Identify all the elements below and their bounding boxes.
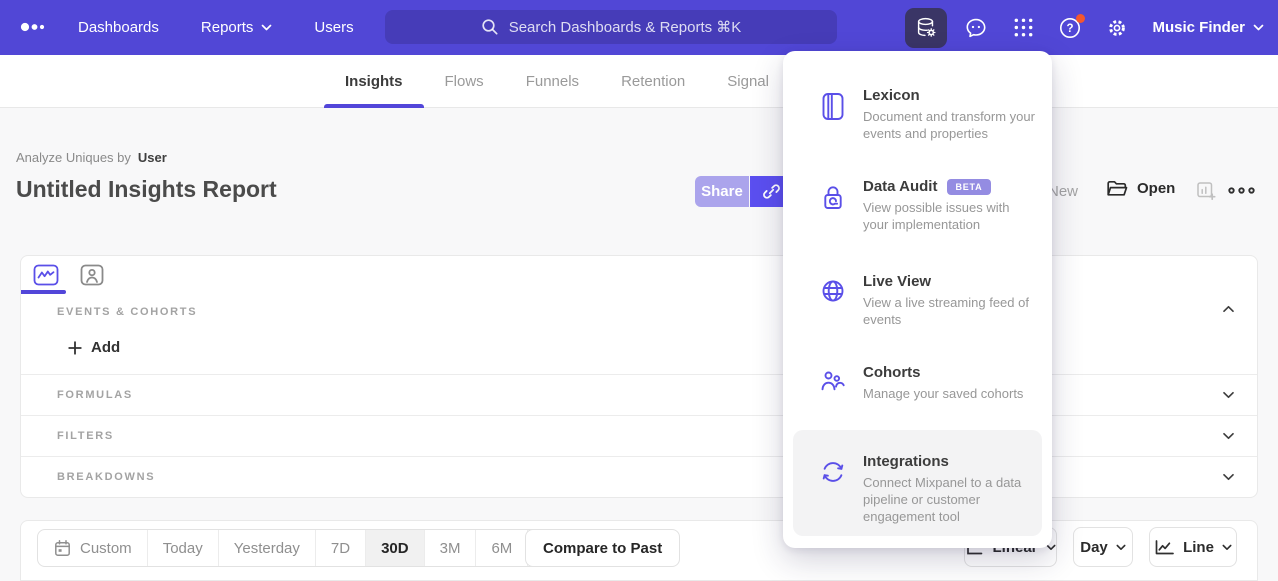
- view-mode-tabs: [33, 262, 105, 288]
- project-name: Music Finder: [1152, 19, 1245, 36]
- search-input[interactable]: Search Dashboards & Reports ⌘K: [385, 10, 837, 44]
- apps-grid-icon[interactable]: [1005, 10, 1041, 46]
- query-builder-panel: EVENTS & COHORTS Add FORMULAS FILTERS BR…: [20, 255, 1258, 498]
- chevron-down-icon: [1222, 544, 1232, 551]
- section-breakdowns[interactable]: BREAKDOWNS: [21, 456, 1257, 497]
- tools-dropdown-menu: Lexicon Document and transform your even…: [783, 51, 1052, 548]
- chevron-down-icon: [1222, 473, 1235, 481]
- report-tabs: Insights Flows Funnels Retention Signal …: [324, 55, 849, 108]
- range-6m[interactable]: 6M: [476, 530, 528, 566]
- menu-item-live-view[interactable]: Live View View a live streaming feed of …: [819, 273, 1036, 328]
- share-button[interactable]: Share: [695, 176, 749, 207]
- menu-item-data-audit[interactable]: Data Audit BETA View possible issues wit…: [819, 178, 1036, 233]
- date-range-selector: Custom Today Yesterday 7D 30D 3M 6M 12M: [37, 529, 588, 567]
- analysis-breadcrumb: Analyze Uniques by User: [16, 150, 167, 165]
- line-chart-icon: [1154, 539, 1175, 556]
- compare-to-past-button[interactable]: Compare to Past: [525, 529, 680, 567]
- range-30d[interactable]: 30D: [366, 530, 425, 566]
- add-label: Add: [91, 339, 120, 356]
- app-screen: Dashboards Reports Users Search Dashboar…: [0, 0, 1278, 581]
- help-icon[interactable]: ?: [1052, 10, 1088, 46]
- open-report-button[interactable]: Open: [1106, 179, 1175, 198]
- chart-view-icon[interactable]: [33, 262, 59, 288]
- calendar-icon: [53, 539, 72, 558]
- range-7d[interactable]: 7D: [316, 530, 366, 566]
- nav-reports[interactable]: Reports: [201, 19, 273, 36]
- data-management-icon[interactable]: [905, 8, 947, 48]
- menu-item-integrations[interactable]: Integrations Connect Mixpanel to a data …: [793, 430, 1042, 536]
- analysis-entity-selector[interactable]: User: [138, 150, 167, 165]
- svg-text:?: ?: [1067, 23, 1074, 35]
- chevron-down-icon: [1116, 544, 1126, 551]
- add-to-dashboard-icon[interactable]: [1196, 181, 1217, 202]
- tab-signal[interactable]: Signal: [706, 55, 790, 108]
- active-view-underline: [21, 290, 66, 294]
- section-events-cohorts: EVENTS & COHORTS: [57, 306, 197, 318]
- tab-funnels[interactable]: Funnels: [505, 55, 600, 108]
- add-event-button[interactable]: Add: [68, 339, 120, 356]
- profile-view-icon[interactable]: [79, 262, 105, 288]
- plus-icon: [68, 341, 82, 355]
- link-icon: [762, 182, 781, 201]
- new-report-button[interactable]: New: [1048, 183, 1078, 200]
- section-formulas[interactable]: FORMULAS: [21, 374, 1257, 415]
- search-placeholder: Search Dashboards & Reports ⌘K: [509, 18, 742, 36]
- feedback-chat-icon[interactable]: [958, 10, 994, 46]
- sync-icon: [819, 458, 847, 486]
- share-button-group: Share: [695, 176, 792, 207]
- chevron-down-icon: [261, 24, 272, 31]
- range-custom[interactable]: Custom: [38, 530, 148, 566]
- people-icon: [819, 368, 847, 395]
- report-tab-bar: Insights Flows Funnels Retention Signal …: [0, 55, 1278, 108]
- top-icon-cluster: ? Music Finder: [905, 0, 1264, 55]
- top-navigation-bar: Dashboards Reports Users Search Dashboar…: [0, 0, 1278, 55]
- range-3m[interactable]: 3M: [425, 530, 477, 566]
- range-yesterday[interactable]: Yesterday: [219, 530, 316, 566]
- chevron-down-icon: [1222, 391, 1235, 399]
- folder-icon: [1106, 179, 1128, 198]
- mixpanel-logo-icon[interactable]: [20, 21, 50, 33]
- globe-icon: [819, 277, 847, 305]
- more-options-button[interactable]: [1228, 187, 1255, 194]
- chevron-down-icon: [1222, 432, 1235, 440]
- settings-gear-icon[interactable]: [1099, 10, 1135, 46]
- granularity-selector[interactable]: Day: [1073, 527, 1133, 567]
- book-icon: [819, 91, 847, 122]
- search-icon: [481, 18, 499, 36]
- lock-audit-icon: [819, 182, 847, 215]
- notification-dot: [1076, 14, 1085, 23]
- beta-badge: BETA: [947, 179, 990, 195]
- analysis-label: Analyze Uniques by: [16, 150, 131, 165]
- project-switcher[interactable]: Music Finder: [1152, 19, 1264, 36]
- tab-retention[interactable]: Retention: [600, 55, 706, 108]
- nav-users[interactable]: Users: [314, 19, 353, 36]
- menu-item-lexicon[interactable]: Lexicon Document and transform your even…: [819, 87, 1036, 142]
- chevron-up-icon[interactable]: [1222, 305, 1235, 313]
- section-filters[interactable]: FILTERS: [21, 415, 1257, 456]
- nav-dashboards[interactable]: Dashboards: [78, 19, 159, 36]
- chart-type-selector[interactable]: Line: [1149, 527, 1237, 567]
- chevron-down-icon: [1253, 24, 1264, 31]
- page-title[interactable]: Untitled Insights Report: [16, 176, 277, 203]
- open-label: Open: [1137, 180, 1175, 197]
- range-today[interactable]: Today: [148, 530, 219, 566]
- primary-nav: Dashboards Reports Users: [78, 0, 354, 55]
- menu-item-cohorts[interactable]: Cohorts Manage your saved cohorts: [819, 364, 1036, 402]
- tab-insights[interactable]: Insights: [324, 55, 424, 108]
- date-controls-bar: Custom Today Yesterday 7D 30D 3M 6M 12M …: [20, 520, 1258, 581]
- tab-flows[interactable]: Flows: [424, 55, 505, 108]
